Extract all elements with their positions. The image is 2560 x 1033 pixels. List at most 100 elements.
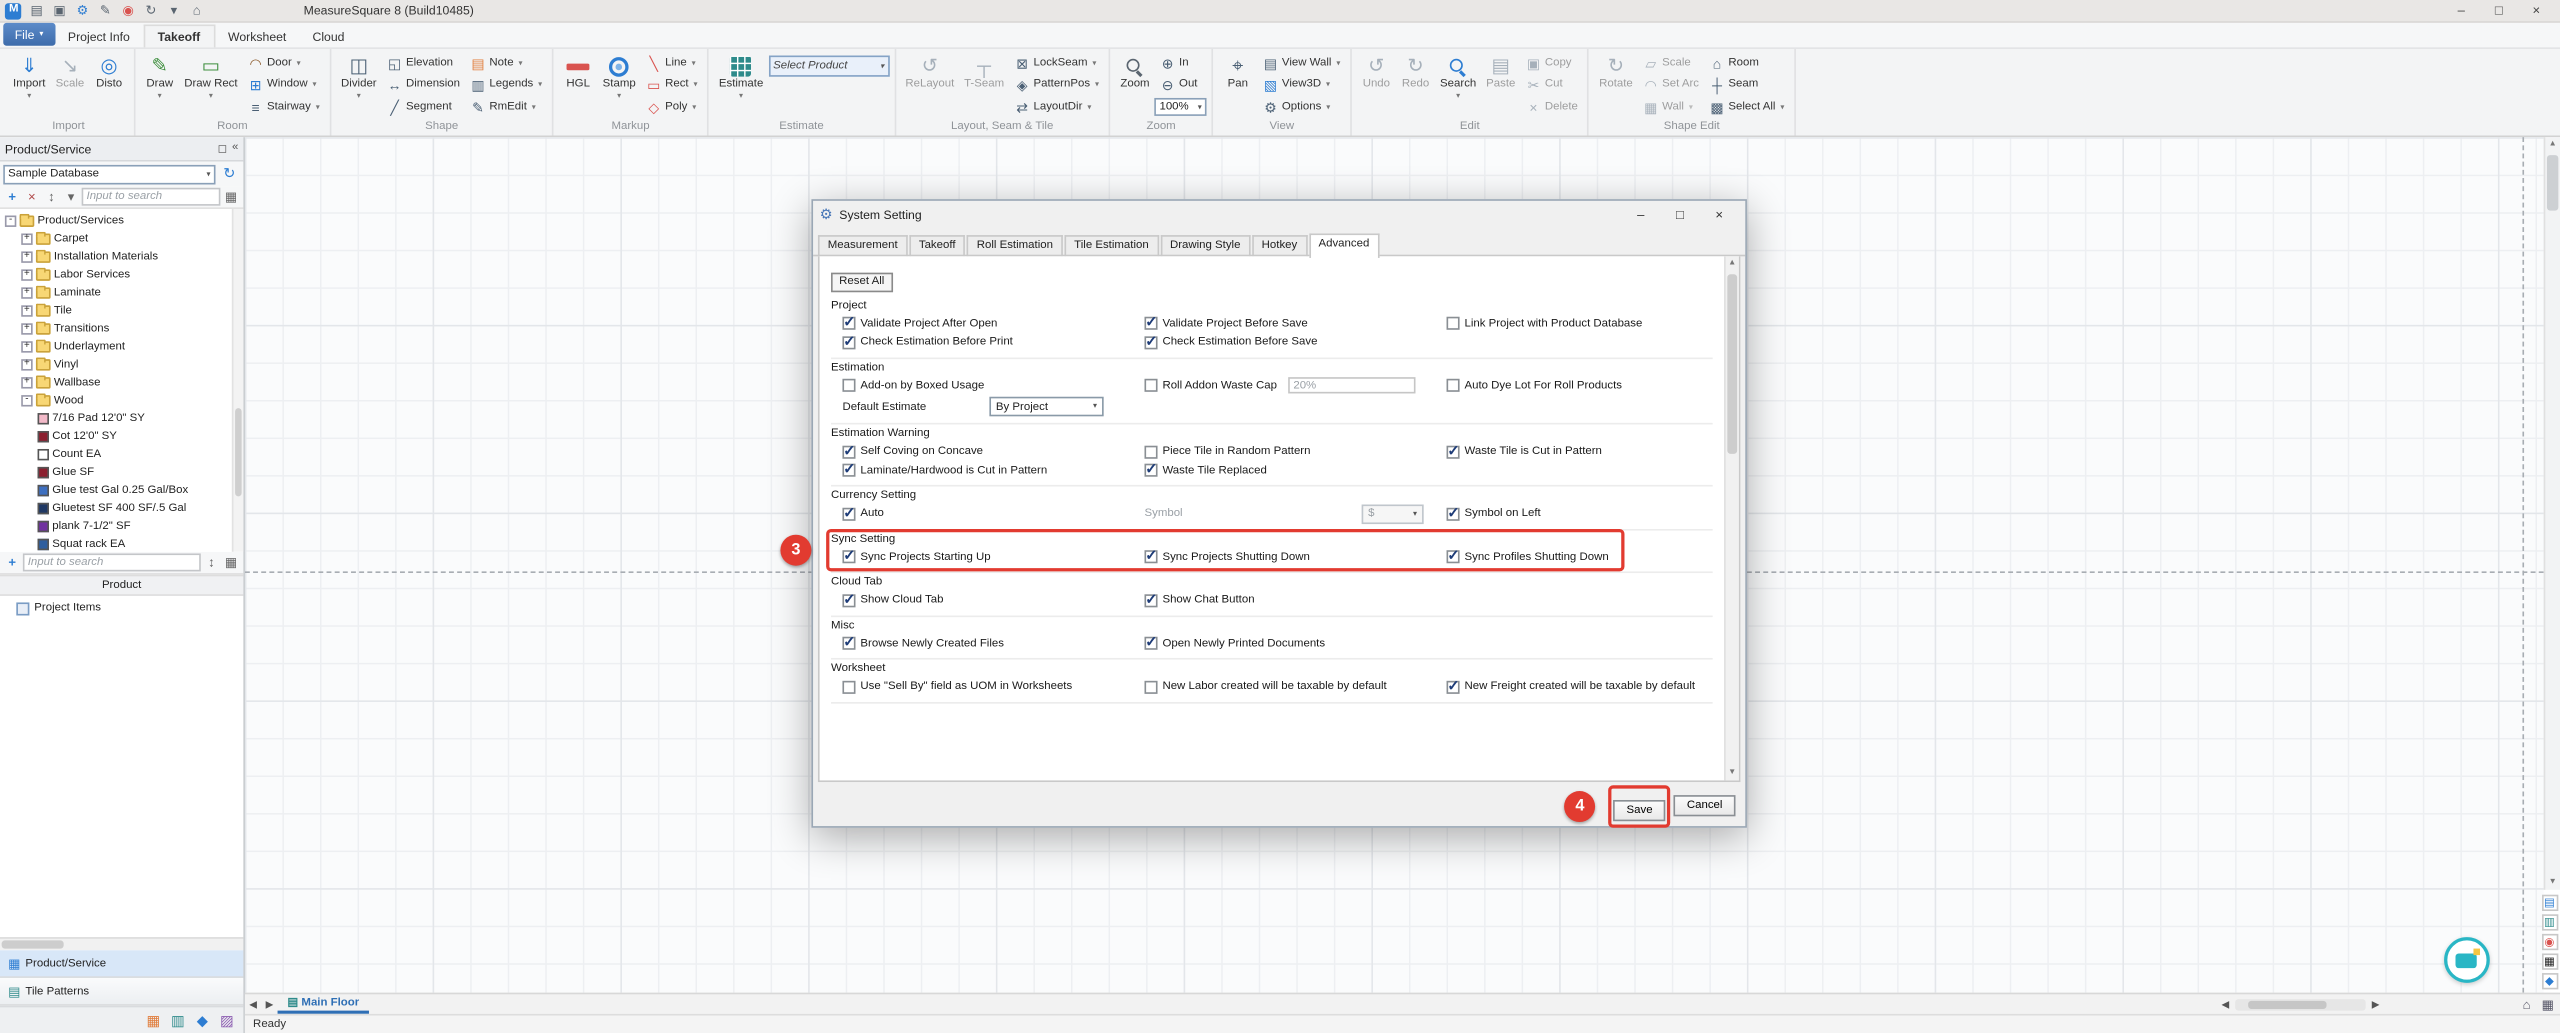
elevation-button[interactable]: ◱ Elevation xyxy=(382,52,465,74)
delete-button[interactable]: × Delete xyxy=(1520,96,1582,118)
draw-button[interactable]: ✎ Draw ▾ xyxy=(140,51,179,101)
seam-button[interactable]: ┼ Seam xyxy=(1704,74,1789,96)
panel-horizontal-scrollbar[interactable] xyxy=(0,937,244,951)
checkbox[interactable] xyxy=(842,442,856,460)
tree-item[interactable]: + Wallbase xyxy=(0,374,243,392)
tree-item[interactable]: Gluetest SF 400 SF/.5 Gal xyxy=(0,500,243,518)
tree-expander-icon[interactable]: + xyxy=(21,233,33,245)
checkbox[interactable] xyxy=(1446,504,1460,522)
side-panel-shapes-icon[interactable]: ◆ xyxy=(2541,973,2558,990)
quick-access-caret-icon[interactable]: ▾ xyxy=(163,1,184,21)
segment-button[interactable]: ╱ Segment xyxy=(382,96,465,118)
add-product-icon[interactable]: + xyxy=(3,189,21,204)
room-button[interactable]: ⌂ Room xyxy=(1704,52,1789,74)
checkbox-option[interactable]: New Labor created will be taxable by def… xyxy=(1144,680,1446,694)
delete-product-icon[interactable]: × xyxy=(23,189,41,204)
tree-expander-icon[interactable]: + xyxy=(21,269,33,281)
prev-floor-icon[interactable]: ◀ xyxy=(245,998,261,1010)
maximize-button[interactable]: □ xyxy=(2480,0,2518,21)
checkbox[interactable] xyxy=(842,680,856,694)
tree-item[interactable]: + Installation Materials xyxy=(0,248,243,266)
pan-button[interactable]: ⌖ Pan xyxy=(1218,51,1257,92)
tree-item[interactable]: 7/16 Pad 12'0" SY xyxy=(0,410,243,428)
refresh-icon[interactable]: ↻ xyxy=(219,165,240,183)
checkbox-option[interactable]: Show Cloud Tab xyxy=(842,591,1144,609)
home-icon[interactable]: ⌂ xyxy=(186,1,207,21)
gear-icon[interactable]: ⚙ xyxy=(72,1,93,21)
tree-item[interactable]: plank 7-1/2" SF xyxy=(0,518,243,536)
tree-expander-icon[interactable]: + xyxy=(21,323,33,335)
tree-item[interactable]: Glue test Gal 0.25 Gal/Box xyxy=(0,482,243,500)
checkbox-option[interactable]: Sync Profiles Shutting Down xyxy=(1446,547,1713,565)
scrollbar-thumb[interactable] xyxy=(2248,999,2327,1009)
checkbox[interactable] xyxy=(842,461,856,479)
zoom-in-button[interactable]: ⊕ In xyxy=(1155,52,1207,74)
tab-measurement[interactable]: Measurement xyxy=(817,235,908,257)
checkbox-option[interactable]: Sync Projects Starting Up xyxy=(842,547,1144,565)
tab-roll-estimation[interactable]: Roll Estimation xyxy=(966,235,1063,257)
scale-edit-button[interactable]: ▱ Scale xyxy=(1638,52,1704,74)
checkbox-option[interactable]: Check Estimation Before Save xyxy=(1144,333,1446,351)
checkbox-option[interactable]: Self Coving on Concave xyxy=(842,442,1144,460)
reset-all-button[interactable]: Reset All xyxy=(831,271,893,292)
dialog-close-button[interactable]: × xyxy=(1700,203,1739,226)
tree-item[interactable]: + Carpet xyxy=(0,230,243,248)
tree-item[interactable]: Count EA xyxy=(0,446,243,464)
tree-item[interactable]: Glue SF xyxy=(0,464,243,482)
add-item-icon[interactable]: + xyxy=(3,555,21,570)
checkbox-option[interactable]: Sync Projects Shutting Down xyxy=(1144,547,1446,565)
checkbox-option[interactable]: Roll Addon Waste Cap xyxy=(1144,377,1446,394)
tree-item[interactable]: + Transitions xyxy=(0,320,243,338)
checkbox-option[interactable]: Waste Tile is Cut in Pattern xyxy=(1446,442,1713,460)
checkbox-option[interactable]: Piece Tile in Random Pattern xyxy=(1144,445,1446,459)
lockseam-button[interactable]: ⊠ LockSeam ▾ xyxy=(1009,52,1104,74)
symbol-dropdown[interactable]: $ ▾ xyxy=(1361,504,1424,524)
tree-item[interactable]: - Wood xyxy=(0,392,243,410)
tab-drawing-style[interactable]: Drawing Style xyxy=(1160,235,1251,257)
checkbox-option[interactable]: Open Newly Printed Documents xyxy=(1144,634,1446,652)
waste-cap-input[interactable] xyxy=(1288,377,1416,394)
tree-expander-icon[interactable]: + xyxy=(21,287,33,299)
checkbox[interactable] xyxy=(842,314,856,332)
relayout-button[interactable]: ↺ ReLayout xyxy=(900,51,959,92)
scrollbar-thumb[interactable] xyxy=(2546,155,2559,211)
stairway-button[interactable]: ≡ Stairway ▾ xyxy=(242,96,324,118)
save-button[interactable]: Save xyxy=(1613,799,1666,821)
estimate-button[interactable]: Estimate ▾ xyxy=(714,51,768,101)
checkbox-option[interactable]: Validate Project After Open xyxy=(842,314,1144,332)
tree-item[interactable]: + Laminate xyxy=(0,284,243,302)
checkbox[interactable] xyxy=(1144,680,1158,694)
checkbox[interactable] xyxy=(842,333,856,351)
close-button[interactable]: × xyxy=(2518,0,2556,21)
checkbox[interactable] xyxy=(842,379,856,393)
collapse-panel-icon[interactable]: « xyxy=(232,142,238,155)
wall-button[interactable]: ▦ Wall ▾ xyxy=(1638,96,1704,118)
rmedit-button[interactable]: ✎ RmEdit ▾ xyxy=(465,96,547,118)
dock-tab-product-service[interactable]: ▦ Product/Service xyxy=(0,950,244,978)
tab-cloud[interactable]: Cloud xyxy=(299,26,357,47)
checkbox-option[interactable]: Auto xyxy=(842,504,1144,522)
checkbox[interactable] xyxy=(842,547,856,565)
zoom-extents-icon[interactable]: ⌂ xyxy=(2518,995,2536,1013)
checkbox[interactable] xyxy=(1144,333,1158,351)
tree-item[interactable]: + Labor Services xyxy=(0,266,243,284)
window-button[interactable]: ⊞ Window ▾ xyxy=(242,74,324,96)
checkbox[interactable] xyxy=(1144,314,1158,332)
floor-tab-main-floor[interactable]: ▤ Main Floor xyxy=(277,994,370,1014)
patternpos-button[interactable]: ◈ PatternPos ▾ xyxy=(1009,74,1104,96)
note-button[interactable]: ▤ Note ▾ xyxy=(465,52,547,74)
hgl-button[interactable]: HGL xyxy=(559,51,598,92)
checkbox[interactable] xyxy=(1446,442,1460,460)
tree-expander-icon[interactable]: + xyxy=(21,341,33,353)
checkbox[interactable] xyxy=(1144,547,1158,565)
items-search-input[interactable] xyxy=(22,553,201,572)
minimize-button[interactable]: – xyxy=(2442,0,2480,21)
door-button[interactable]: ◠ Door ▾ xyxy=(242,52,324,74)
select-all-button[interactable]: ▩ Select All ▾ xyxy=(1704,96,1789,118)
default-estimate-dropdown[interactable]: By Project ▾ xyxy=(989,396,1104,417)
tab-takeoff-settings[interactable]: Takeoff xyxy=(909,235,966,257)
tree-scrollbar[interactable] xyxy=(231,208,244,552)
tree-expander-icon[interactable]: - xyxy=(4,215,17,227)
checkbox-option[interactable]: Laminate/Hardwood is Cut in Pattern xyxy=(842,461,1144,479)
database-dropdown[interactable]: Sample Database ▾ xyxy=(3,164,216,184)
